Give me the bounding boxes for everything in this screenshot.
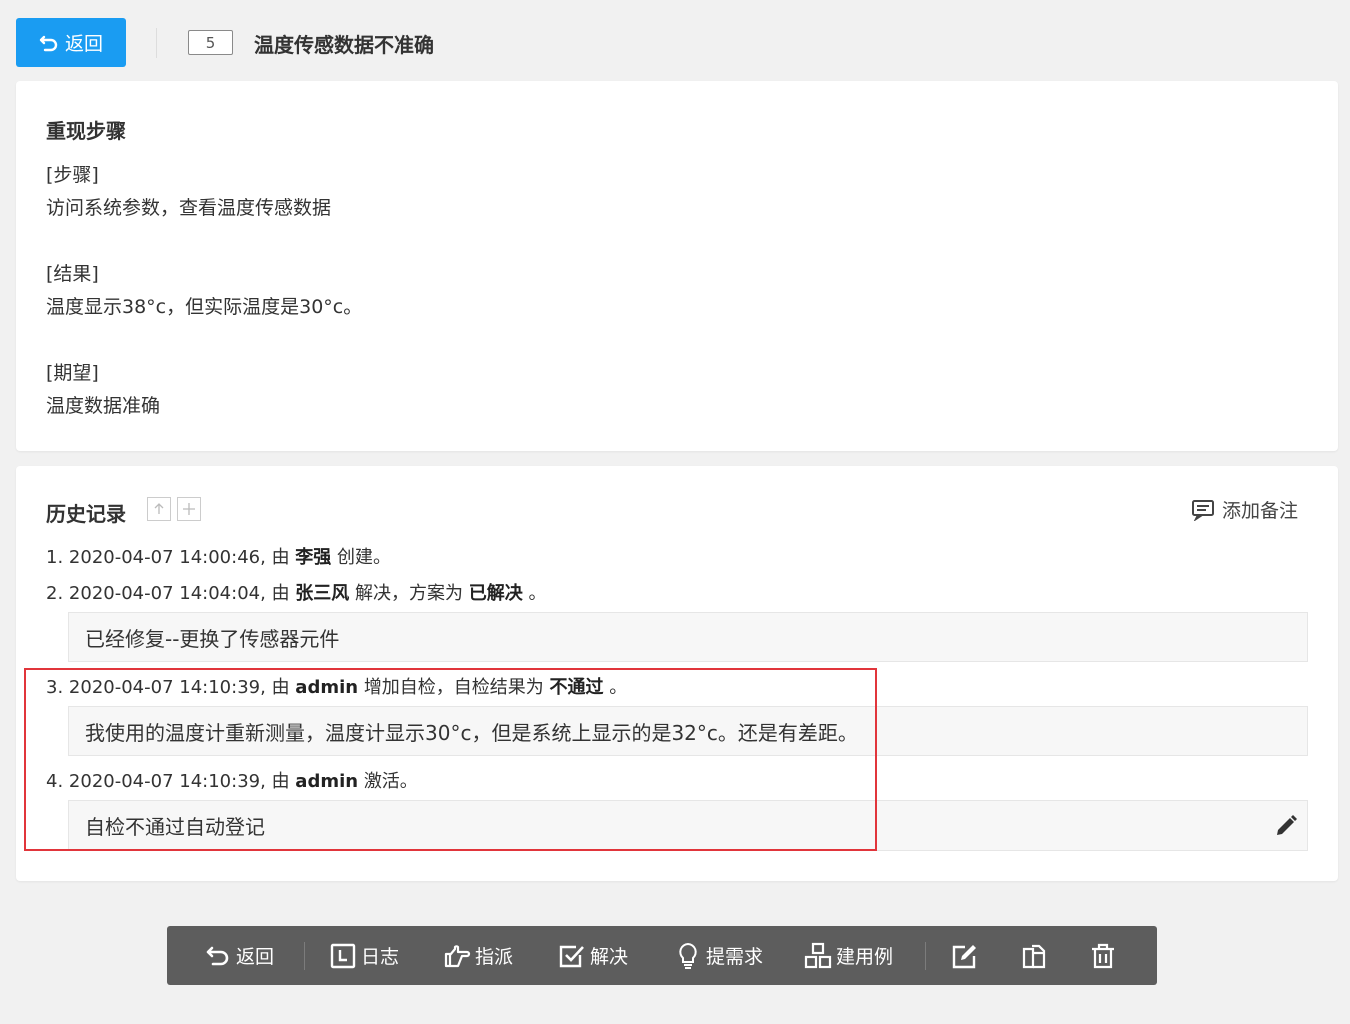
sitemap-icon <box>804 942 832 968</box>
add-note-button[interactable]: 添加备注 <box>1191 496 1298 523</box>
copy-icon <box>1022 944 1046 968</box>
steps-label: [步骤] <box>46 164 99 186</box>
steps-card: 重现步骤 [步骤] 访问系统参数，查看温度传感数据 [结果] 温度显示38°c，… <box>16 81 1338 451</box>
toolbar-testcase-button[interactable]: 建用例 <box>804 926 893 985</box>
history-comment: 已经修复--更换了传感器元件 <box>68 612 1308 662</box>
log-icon <box>330 943 356 968</box>
bug-id-badge: 5 <box>188 30 233 55</box>
history-entry: 2. 2020-04-07 14:04:04, 由 张三风 解决，方案为 已解决… <box>46 583 547 604</box>
history-entry: 4. 2020-04-07 14:10:39, 由 admin 激活。 <box>46 771 418 792</box>
toolbar-back-button[interactable]: 返回 <box>204 926 274 985</box>
checkbox-icon <box>559 945 584 967</box>
toolbar-story-button[interactable]: 提需求 <box>674 926 763 985</box>
arrow-up-icon <box>154 503 164 514</box>
history-title: 历史记录 <box>46 502 126 526</box>
toolbar-delete-button[interactable] <box>1089 926 1117 985</box>
history-comment-text: 自检不通过自动登记 <box>85 815 265 839</box>
toolbar-edit-button[interactable] <box>951 926 979 985</box>
expect-text: 温度数据准确 <box>46 395 161 417</box>
add-note-label: 添加备注 <box>1221 500 1298 522</box>
comment-icon <box>1191 499 1214 521</box>
toolbar-copy-button[interactable] <box>1020 926 1048 985</box>
page-title: 温度传感数据不准确 <box>254 33 434 57</box>
history-entry: 3. 2020-04-07 14:10:39, 由 admin 增加自检，自检结… <box>46 677 628 698</box>
trash-icon <box>1092 943 1114 968</box>
expand-history-button[interactable] <box>177 497 201 521</box>
toolbar-log-button[interactable]: 日志 <box>329 926 399 985</box>
plus-icon <box>183 503 195 515</box>
toolbar-resolve-button[interactable]: 解决 <box>558 926 628 985</box>
toolbar-assign-button[interactable]: 指派 <box>443 926 513 985</box>
history-entry: 1. 2020-04-07 14:00:46, 由 李强 创建。 <box>46 547 392 568</box>
steps-text: 访问系统参数，查看温度传感数据 <box>46 197 332 219</box>
history-comment: 自检不通过自动登记 <box>68 800 1308 851</box>
result-label: [结果] <box>46 263 99 285</box>
undo-icon <box>39 35 58 51</box>
collapse-history-button[interactable] <box>147 497 171 521</box>
history-comment: 我使用的温度计重新测量，温度计显示30°c，但是系统上显示的是32°c。还是有差… <box>68 706 1308 756</box>
expect-label: [期望] <box>46 362 99 384</box>
toolbar-separator <box>304 942 305 970</box>
pencil-icon[interactable] <box>1273 813 1299 839</box>
top-bar: 返回 5 温度传感数据不准确 <box>0 0 1350 82</box>
history-card: 历史记录 添加备注 1. 2020-04-07 14:00:46, 由 李强 创… <box>16 466 1338 881</box>
hand-point-icon <box>444 944 471 967</box>
steps-title: 重现步骤 <box>46 119 126 143</box>
edit-icon <box>952 944 976 968</box>
toolbar-separator <box>925 942 926 970</box>
back-button[interactable]: 返回 <box>16 18 126 67</box>
undo-icon <box>206 946 229 965</box>
header-divider <box>156 28 157 58</box>
action-toolbar: 返回 日志 指派 解决 提需求 建用例 <box>167 926 1157 985</box>
lightbulb-icon <box>679 942 697 969</box>
result-text: 温度显示38°c，但实际温度是30°c。 <box>46 296 363 318</box>
back-button-label: 返回 <box>64 33 103 55</box>
